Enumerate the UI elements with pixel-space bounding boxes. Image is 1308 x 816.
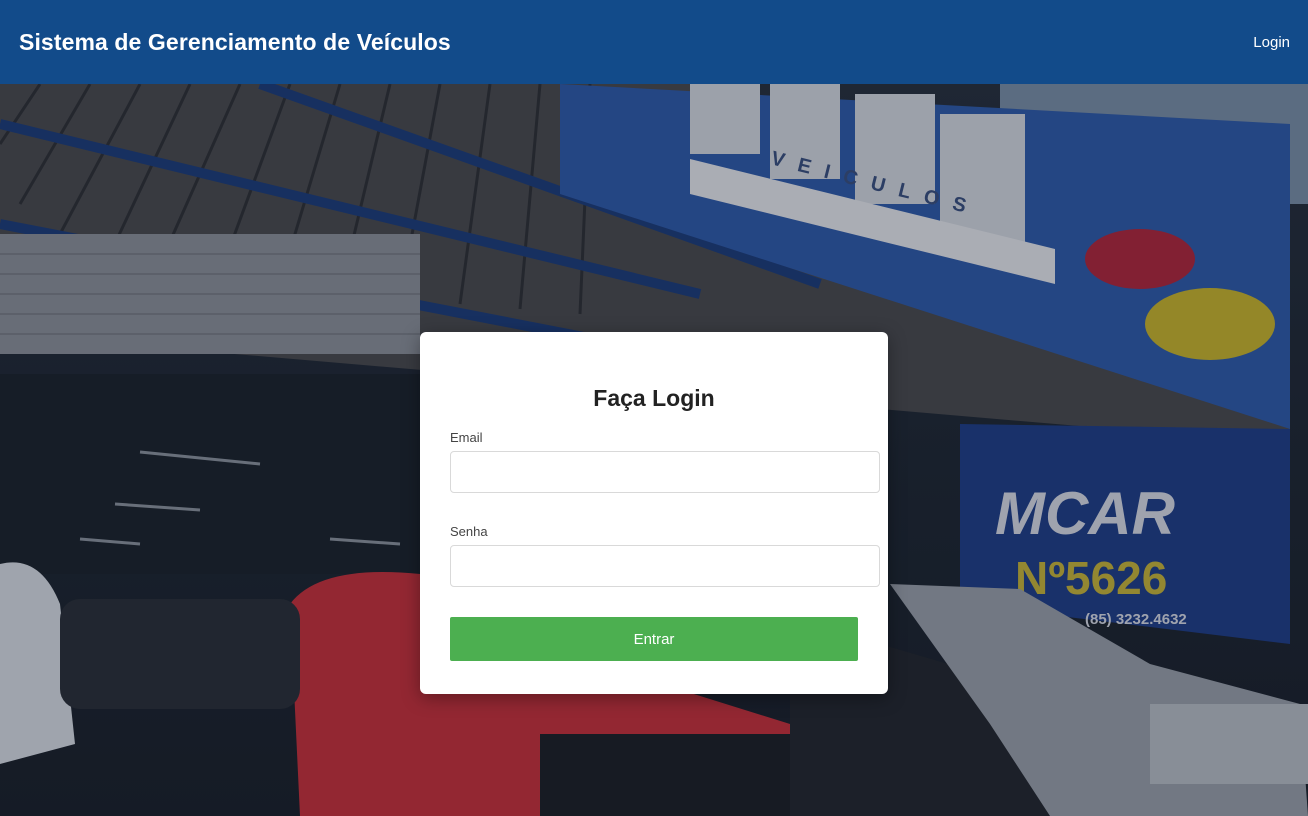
app-title: Sistema de Gerenciamento de Veículos [19,28,451,55]
login-title: Faça Login [593,385,715,411]
email-label: Email [450,430,483,445]
login-card: Faça Login Email Senha Entrar [420,332,888,694]
email-input[interactable] [450,451,880,493]
password-label: Senha [450,524,488,539]
nav-login-link[interactable]: Login [1253,34,1290,51]
login-submit-button[interactable]: Entrar [450,617,858,661]
password-input[interactable] [450,545,880,587]
top-navbar: Sistema de Gerenciamento de Veículos Log… [0,0,1308,84]
